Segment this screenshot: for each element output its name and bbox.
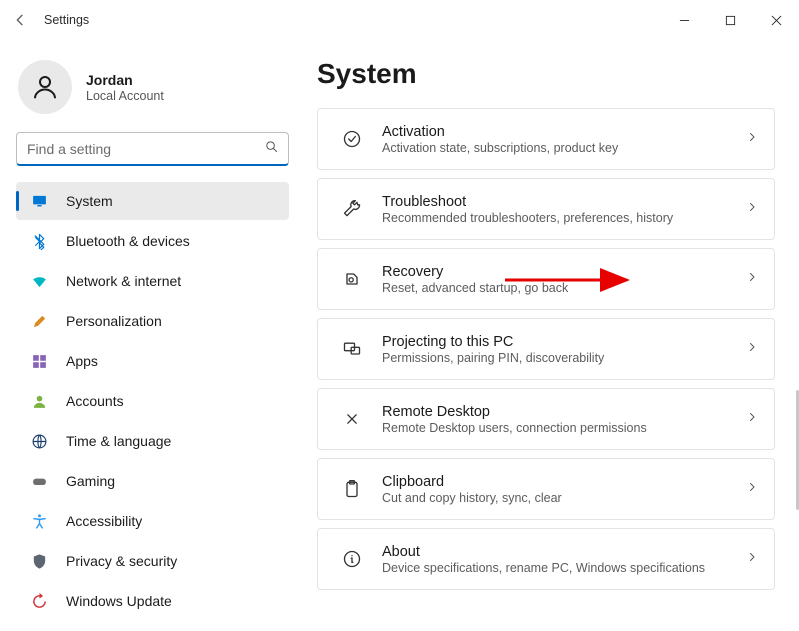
card-subtitle: Reset, advanced startup, go back <box>382 281 746 295</box>
card-subtitle: Activation state, subscriptions, product… <box>382 141 746 155</box>
sidebar-item-gaming[interactable]: Gaming <box>16 462 289 500</box>
sidebar-item-network[interactable]: Network & internet <box>16 262 289 300</box>
sidebar-item-personalization[interactable]: Personalization <box>16 302 289 340</box>
remote-icon <box>334 409 370 429</box>
search-input[interactable] <box>16 132 289 166</box>
chevron-right-icon <box>746 550 758 568</box>
sidebar-item-time[interactable]: Time & language <box>16 422 289 460</box>
chevron-right-icon <box>746 200 758 218</box>
sidebar-item-label: Personalization <box>66 313 162 329</box>
wrench-icon <box>334 199 370 219</box>
card-subtitle: Device specifications, rename PC, Window… <box>382 561 746 575</box>
check-circle-icon <box>334 129 370 149</box>
recovery-icon <box>334 269 370 289</box>
chevron-right-icon <box>746 130 758 148</box>
sidebar-item-privacy[interactable]: Privacy & security <box>16 542 289 580</box>
sidebar-item-label: Windows Update <box>66 593 172 609</box>
card-about[interactable]: AboutDevice specifications, rename PC, W… <box>317 528 775 590</box>
card-projecting[interactable]: Projecting to this PCPermissions, pairin… <box>317 318 775 380</box>
card-title: Projecting to this PC <box>382 334 746 350</box>
card-title: Activation <box>382 124 746 140</box>
sidebar-item-accessibility[interactable]: Accessibility <box>16 502 289 540</box>
sidebar-item-system[interactable]: System <box>16 182 289 220</box>
card-troubleshoot[interactable]: TroubleshootRecommended troubleshooters,… <box>317 178 775 240</box>
search-wrap <box>16 132 289 166</box>
card-subtitle: Remote Desktop users, connection permiss… <box>382 421 746 435</box>
card-subtitle: Recommended troubleshooters, preferences… <box>382 211 746 225</box>
card-remote-desktop[interactable]: Remote DesktopRemote Desktop users, conn… <box>317 388 775 450</box>
person-icon <box>30 392 48 410</box>
projection-icon <box>334 339 370 359</box>
card-subtitle: Cut and copy history, sync, clear <box>382 491 746 505</box>
cards-list: ActivationActivation state, subscription… <box>317 108 775 590</box>
card-clipboard[interactable]: ClipboardCut and copy history, sync, cle… <box>317 458 775 520</box>
accessibility-icon <box>30 512 48 530</box>
card-title: Remote Desktop <box>382 404 746 420</box>
maximize-button[interactable] <box>707 5 753 35</box>
card-title: Troubleshoot <box>382 194 746 210</box>
update-icon <box>30 592 48 610</box>
info-icon <box>334 549 370 569</box>
sidebar-item-label: Network & internet <box>66 273 181 289</box>
card-subtitle: Permissions, pairing PIN, discoverabilit… <box>382 351 746 365</box>
main-content: System ActivationActivation state, subsc… <box>305 40 799 631</box>
sidebar-item-apps[interactable]: Apps <box>16 342 289 380</box>
wifi-icon <box>30 272 48 290</box>
window-title: Settings <box>44 13 89 27</box>
bluetooth-icon <box>30 232 48 250</box>
globe-icon <box>30 432 48 450</box>
minimize-button[interactable] <box>661 5 707 35</box>
sidebar-item-label: Apps <box>66 353 98 369</box>
sidebar-item-accounts[interactable]: Accounts <box>16 382 289 420</box>
card-activation[interactable]: ActivationActivation state, subscription… <box>317 108 775 170</box>
avatar <box>18 60 72 114</box>
chevron-right-icon <box>746 410 758 428</box>
sidebar: Jordan Local Account System Bluetooth & d… <box>0 40 305 631</box>
sidebar-item-label: System <box>66 193 113 209</box>
back-button[interactable] <box>10 10 30 30</box>
card-title: Clipboard <box>382 474 746 490</box>
sidebar-item-label: Gaming <box>66 473 115 489</box>
shield-icon <box>30 552 48 570</box>
paintbrush-icon <box>30 312 48 330</box>
sidebar-item-label: Accessibility <box>66 513 142 529</box>
sidebar-item-label: Bluetooth & devices <box>66 233 190 249</box>
clipboard-icon <box>334 479 370 499</box>
chevron-right-icon <box>746 480 758 498</box>
sidebar-item-label: Accounts <box>66 393 124 409</box>
sidebar-item-update[interactable]: Windows Update <box>16 582 289 620</box>
profile-block[interactable]: Jordan Local Account <box>18 60 289 114</box>
nav-list: System Bluetooth & devices Network & inter… <box>16 182 289 620</box>
sidebar-item-label: Time & language <box>66 433 171 449</box>
card-title: About <box>382 544 746 560</box>
sidebar-item-bluetooth[interactable]: Bluetooth & devices <box>16 222 289 260</box>
chevron-right-icon <box>746 270 758 288</box>
chevron-right-icon <box>746 340 758 358</box>
titlebar: Settings <box>0 0 799 40</box>
card-recovery[interactable]: RecoveryReset, advanced startup, go back <box>317 248 775 310</box>
close-button[interactable] <box>753 5 799 35</box>
profile-subtitle: Local Account <box>86 89 164 103</box>
monitor-icon <box>30 192 48 210</box>
card-title: Recovery <box>382 264 746 280</box>
page-title: System <box>317 58 775 90</box>
profile-name: Jordan <box>86 72 164 88</box>
sidebar-item-label: Privacy & security <box>66 553 177 569</box>
apps-icon <box>30 352 48 370</box>
gamepad-icon <box>30 472 48 490</box>
